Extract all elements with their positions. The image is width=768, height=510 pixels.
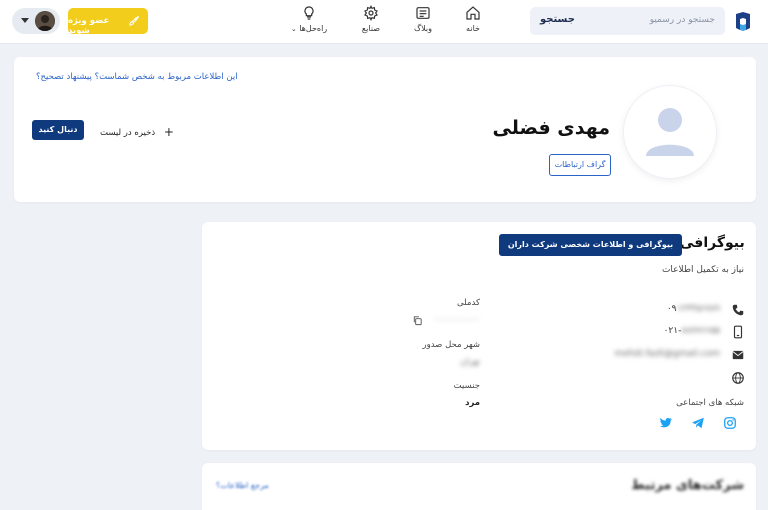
vip-membership-button[interactable]: عضو ویژه شوید xyxy=(68,8,148,36)
home-icon xyxy=(466,6,480,20)
top-header: جستجو جستجو در رسمیو خانه وبلاگ صنایع ⌄ … xyxy=(0,0,768,44)
chevron-down-icon: ⌄ xyxy=(290,25,297,33)
search-label[interactable]: جستجو xyxy=(540,14,575,25)
nav-solutions[interactable]: ⌄ راه‌حل‌ها xyxy=(284,5,334,33)
suggest-correction-link[interactable]: پیشنهاد تصحیح؟ xyxy=(36,72,92,82)
gear-icon xyxy=(364,5,378,21)
mobile-icon xyxy=(733,325,743,339)
suggest-question: این اطلاعات مربوط به شخص شماست؟ xyxy=(94,72,238,82)
gender-value: مرد xyxy=(465,398,480,408)
issue-city-label: شهر محل صدور xyxy=(422,340,481,350)
nav-blog-label: وبلاگ xyxy=(413,24,433,33)
app-logo[interactable] xyxy=(733,11,753,31)
national-id-hidden: ۰۰۰۰۰۰۰۰۰۰ xyxy=(434,315,480,325)
avatar xyxy=(35,11,55,31)
telegram-icon[interactable] xyxy=(691,416,705,430)
lightbulb-icon xyxy=(304,6,314,20)
needs-info-text: نیاز به تکمیل اطلاعات xyxy=(661,265,744,275)
data-source-link[interactable]: مرجع اطلاعات؟ xyxy=(216,481,269,490)
biography-details-button[interactable]: بیوگرافی و اطلاعات شخصی شرکت داران xyxy=(499,234,682,256)
nav-home-label: خانه xyxy=(466,24,480,33)
related-companies-title: شرکت‌های مرتبط xyxy=(631,478,744,493)
email-icon xyxy=(732,350,744,360)
phone-icon xyxy=(732,304,744,316)
user-menu[interactable] xyxy=(12,8,60,34)
issue-city-hidden: تهران xyxy=(460,357,480,367)
caret-down-icon xyxy=(21,18,29,23)
nav-industries-label: صنایع xyxy=(361,24,381,33)
twitter-icon[interactable] xyxy=(659,416,673,430)
nav-blog[interactable]: وبلاگ xyxy=(398,5,448,33)
mobile-prefix: ۰۲۱- xyxy=(663,326,682,336)
biography-title: بیوگرافی xyxy=(680,235,745,251)
phone-value: ۰۹۱۲۳۴۵۶۷۸۹ xyxy=(667,304,720,314)
mobile-value: ۰۲۱-۸۸۷۷۶۶۵۵ xyxy=(664,326,720,336)
nav-solutions-label: راه‌حل‌ها xyxy=(299,24,328,33)
profile-avatar xyxy=(624,86,716,178)
issue-city-value: تهران xyxy=(340,357,480,367)
save-to-list-label: ذخیره در لیست xyxy=(100,128,156,138)
person-name: مهدی فضلی xyxy=(492,117,610,139)
phone-hidden: ۱۲۳۴۵۶۷۸۹ xyxy=(676,304,720,314)
follow-button[interactable]: دنبال کنید xyxy=(32,120,84,140)
gender-label: جنسیت xyxy=(453,381,480,391)
suggest-correction: این اطلاعات مربوط به شخص شماست؟ پیشنهاد … xyxy=(36,72,238,82)
nav-home[interactable]: خانه xyxy=(448,5,498,33)
vip-label: عضو ویژه شوید xyxy=(68,16,110,36)
nav-solutions-row: ⌄ راه‌حل‌ها xyxy=(284,24,334,33)
search-input[interactable]: جستجو جستجو در رسمیو xyxy=(530,7,725,35)
save-to-list-button[interactable]: ذخیره در لیست + xyxy=(100,124,174,139)
instagram-icon[interactable] xyxy=(723,416,737,430)
search-placeholder: جستجو در رسمیو xyxy=(649,15,715,25)
national-id-value: ۰۰۰۰۰۰۰۰۰۰ xyxy=(340,315,480,325)
blog-icon xyxy=(416,7,430,19)
plus-icon: + xyxy=(163,125,174,139)
user-placeholder-icon xyxy=(646,108,694,156)
social-networks-label: شبکه های اجتماعی xyxy=(676,398,744,408)
copy-icon[interactable] xyxy=(412,315,423,326)
email-value: mehdi.fazli@gmail.com xyxy=(614,349,720,359)
globe-icon[interactable] xyxy=(731,371,745,385)
relations-graph-button[interactable]: گراف ارتباطات xyxy=(549,154,611,176)
rocket-icon xyxy=(129,15,140,26)
mobile-hidden: ۸۸۷۷۶۶۵۵ xyxy=(681,326,720,336)
nav-industries[interactable]: صنایع xyxy=(346,5,396,33)
national-id-label: کدملی xyxy=(457,298,480,308)
